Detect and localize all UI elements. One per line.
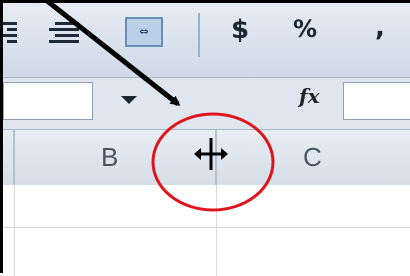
toolbar-separator	[198, 13, 200, 57]
align-right-icon[interactable]	[45, 19, 79, 45]
formatting-toolbar: ⇔ $ % ,	[3, 3, 410, 77]
comma-style-button[interactable]: ,	[375, 13, 385, 43]
column-header-b[interactable]: B	[101, 142, 118, 173]
merge-and-center-icon[interactable]: ⇔	[125, 17, 163, 47]
chevron-down-icon[interactable]	[121, 96, 137, 104]
column-header-c[interactable]: C	[303, 142, 322, 173]
currency-style-button[interactable]: $	[231, 15, 249, 45]
column-header-row: B C	[3, 129, 410, 188]
column-gridline	[216, 185, 217, 276]
column-divider-b-c[interactable]	[215, 129, 217, 185]
name-box[interactable]	[3, 82, 93, 120]
formula-input[interactable]	[343, 82, 410, 120]
column-gridline	[14, 185, 15, 276]
cell-grid[interactable]	[3, 185, 410, 276]
insert-function-icon[interactable]: fx	[299, 84, 320, 108]
row-gridline	[3, 227, 410, 228]
column-divider-a-b[interactable]	[13, 129, 15, 185]
spreadsheet-window: ⇔ $ % , fx B C	[0, 0, 410, 276]
align-center-icon[interactable]	[3, 19, 21, 45]
percent-style-button[interactable]: %	[293, 15, 317, 43]
formula-bar: fx	[3, 77, 410, 130]
